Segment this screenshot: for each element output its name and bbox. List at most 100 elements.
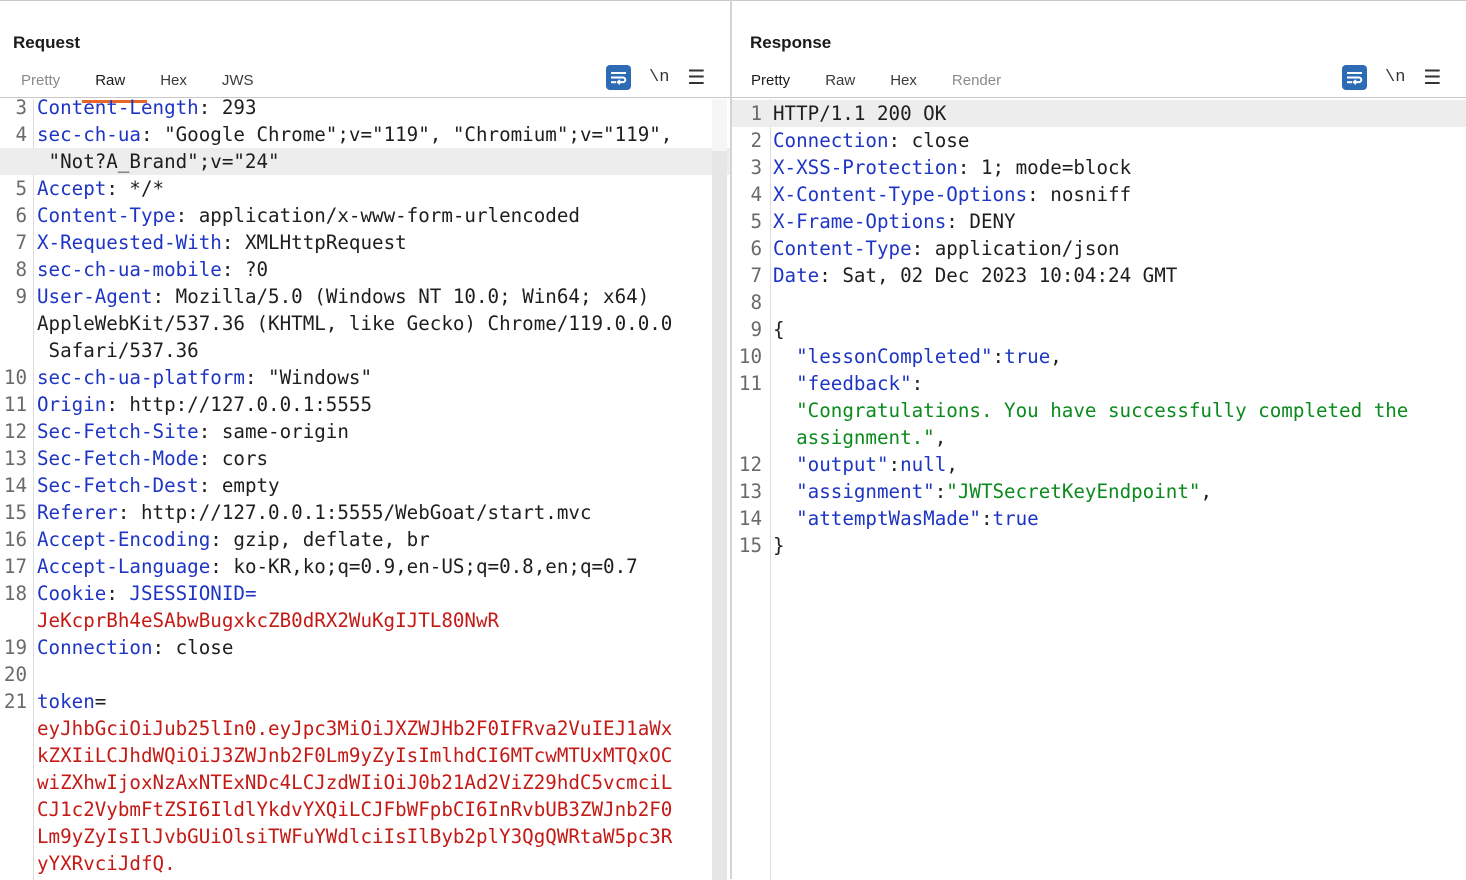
code-line: 13 Sec-Fetch-Mode: cors	[0, 445, 730, 472]
tab-pretty[interactable]: Pretty	[8, 67, 82, 97]
line-plain-text: }	[773, 534, 785, 557]
code-line: 7 X-Requested-With: XMLHttpRequest	[0, 229, 730, 256]
line-number: 14	[738, 507, 762, 530]
line-text: Content-Type: application/json	[773, 235, 1120, 262]
code-line: wiZXhwIjoxNzAxNTExNDc4LCJzdWIiOiJ0b21Ad2…	[0, 769, 730, 796]
line-text: Connection: close	[37, 634, 233, 661]
scrollbar-thumb[interactable]	[712, 151, 727, 880]
json-literal: true	[992, 507, 1039, 530]
code-line: 21 token=	[0, 688, 730, 715]
line-text: Content-Length: 293	[37, 99, 257, 121]
line-number: 6	[750, 237, 762, 260]
json-string: assignment."	[796, 426, 935, 449]
line-text: Content-Type: application/x-www-form-url…	[37, 202, 580, 229]
line-text: token=	[37, 688, 106, 715]
code-line: JeKcprBh4eSAbwBugxkcZB0dRX2WuKgIJTL80NwR	[0, 607, 730, 634]
param-value: eyJhbGciOiJub25lIn0.eyJpc3MiOiJXZWJHb2F0…	[37, 717, 673, 740]
line-number: 17	[3, 555, 27, 578]
line-number: 18	[3, 582, 27, 605]
json-comma: ,	[1200, 480, 1213, 503]
header-name: Connection	[773, 129, 889, 152]
code-line: 15 Referer: http://127.0.0.1:5555/WebGoat…	[0, 499, 730, 526]
code-line: 5 Accept: */*	[0, 175, 730, 202]
code-line: "Congratulations. You have successfully …	[732, 397, 1466, 424]
header-value: application/json	[934, 237, 1120, 260]
code-line: 20	[0, 661, 730, 688]
header-name: Content-Type	[773, 237, 912, 260]
code-line: kZXIiLCJhdWQiOiJ3ZWJnb2F0Lm9yZyIsImlhdCI…	[0, 742, 730, 769]
tab-hex[interactable]: Hex	[877, 67, 939, 97]
header-value: cors	[221, 447, 269, 470]
line-text: Connection: close	[773, 127, 969, 154]
line-text: Lm9yZyIsIlJvbGUiOlsiTWFuYWdlciIsIlByb2pl…	[37, 823, 672, 850]
header-value: Safari/537.36	[37, 339, 199, 362]
header-name: Accept-Language	[37, 555, 211, 578]
show-newlines-button[interactable]: \n	[1385, 68, 1405, 87]
line-text: sec-ch-ua: "Google Chrome";v="119", "Chr…	[37, 121, 672, 148]
hamburger-menu-icon[interactable]: ☰	[1423, 68, 1441, 88]
line-plain-text: HTTP/1.1 200 OK	[773, 102, 947, 125]
header-name: Origin	[37, 393, 107, 416]
line-number: 12	[738, 453, 762, 476]
json-key: "output"	[796, 453, 889, 476]
show-newlines-button[interactable]: \n	[649, 68, 669, 87]
cookie-name: JSESSIONID=	[129, 582, 257, 605]
line-number: 3	[750, 156, 762, 179]
line-number: 9	[15, 285, 27, 308]
hamburger-menu-icon[interactable]: ☰	[687, 68, 705, 88]
request-editor[interactable]: 3 Content-Length: 293 4 sec-ch-ua: "Google …	[0, 99, 730, 880]
tab-raw[interactable]: Raw	[82, 67, 148, 103]
wrap-lines-icon[interactable]	[606, 65, 631, 90]
separator: :	[221, 231, 245, 254]
code-line: 11 Origin: http://127.0.0.1:5555	[0, 391, 730, 418]
line-text: "Congratulations. You have successfully …	[773, 397, 1408, 424]
header-value: DENY	[969, 210, 1016, 233]
line-text: yYXRvciJdfQ.	[37, 850, 176, 877]
param-value: yYXRvciJdfQ.	[37, 852, 176, 875]
line-text: eyJhbGciOiJub25lIn0.eyJpc3MiOiJXZWJHb2F0…	[37, 715, 672, 742]
code-line: 6 Content-Type: application/json	[732, 235, 1466, 262]
header-name: Accept	[37, 177, 107, 200]
line-text: Safari/537.36	[37, 337, 199, 364]
line-text: "attemptWasMade":true	[773, 505, 1039, 532]
json-key: "feedback"	[796, 372, 912, 395]
tab-render[interactable]: Render	[939, 67, 1023, 97]
header-value: XMLHttpRequest	[244, 231, 407, 254]
separator: :	[198, 447, 222, 470]
line-text: Origin: http://127.0.0.1:5555	[37, 391, 372, 418]
wrap-lines-icon[interactable]	[1342, 65, 1367, 90]
tab-hex[interactable]: Hex	[147, 67, 209, 97]
line-number: 12	[3, 420, 27, 443]
line-number: 7	[750, 264, 762, 287]
json-literal: true	[1004, 345, 1051, 368]
separator: :	[198, 420, 222, 443]
header-name: token	[37, 690, 95, 713]
code-line: Lm9yZyIsIlJvbGUiOlsiTWFuYWdlciIsIlByb2pl…	[0, 823, 730, 850]
header-name: X-Frame-Options	[773, 210, 947, 233]
param-value: CJ1c2VybmFtZSI6IldlYkdvYXQiLCJFbWFpbCI6I…	[37, 798, 673, 821]
scrollbar-track[interactable]	[712, 99, 727, 151]
line-text: CJ1c2VybmFtZSI6IldlYkdvYXQiLCJFbWFpbCI6I…	[37, 796, 672, 823]
separator: :	[221, 258, 245, 281]
separator: :	[819, 264, 843, 287]
param-value: wiZXhwIjoxNzAxNTExNDc4LCJzdWIiOiJ0b21Ad2…	[37, 771, 673, 794]
line-text: JeKcprBh4eSAbwBugxkcZB0dRX2WuKgIJTL80NwR	[37, 607, 499, 634]
header-value: same-origin	[221, 420, 349, 443]
code-line: 3 Content-Length: 293	[0, 99, 730, 121]
header-value: close	[175, 636, 234, 659]
line-text: "Not?A_Brand";v="24"	[37, 148, 280, 175]
code-line: 9 User-Agent: Mozilla/5.0 (Windows NT 10.…	[0, 283, 730, 310]
code-line: "Not?A_Brand";v="24"	[0, 148, 730, 175]
tab-jws[interactable]: JWS	[209, 67, 276, 97]
code-line: 9{	[732, 316, 1466, 343]
line-text: X-Content-Type-Options: nosniff	[773, 181, 1131, 208]
line-number: 13	[3, 447, 27, 470]
request-tabs: Pretty Raw Hex JWS	[8, 67, 276, 103]
tab-pretty[interactable]: Pretty	[738, 67, 813, 103]
response-editor[interactable]: 1 HTTP/1.1 200 OK 2 Connection: close 3 X-XSS…	[732, 99, 1466, 880]
tab-raw[interactable]: Raw	[812, 67, 877, 97]
line-text: "lessonCompleted":true,	[773, 343, 1062, 370]
header-value: nosniff	[1050, 183, 1132, 206]
code-line: 11 "feedback":	[732, 370, 1466, 397]
separator: :	[210, 555, 234, 578]
